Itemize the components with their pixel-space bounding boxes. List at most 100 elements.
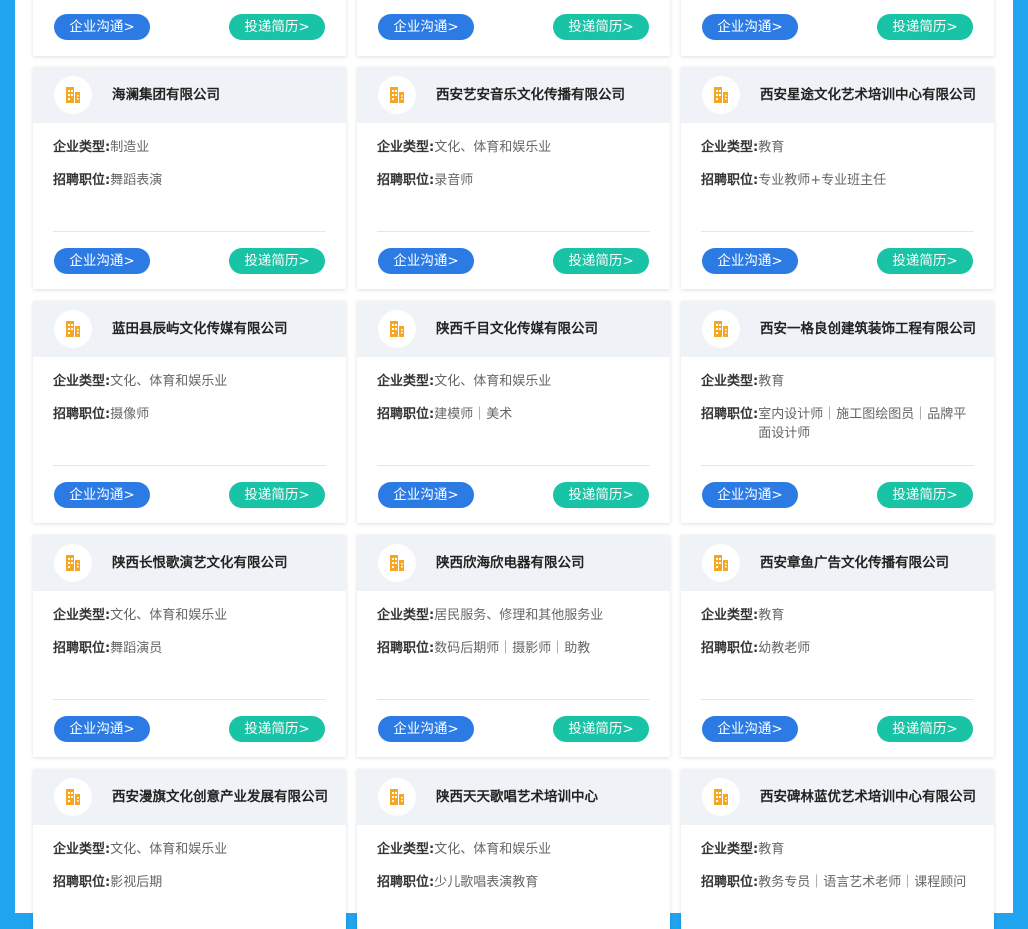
company-type-value: 教育: [758, 842, 785, 857]
building-icon: [714, 87, 728, 103]
company-chat-button[interactable]: 企业沟通>: [702, 482, 798, 508]
company-type-label: 企业类型:: [377, 842, 435, 857]
company-card[interactable]: 西安漫旗文化创意产业发展有限公司 企业类型: 文化、体育和娱乐业 招聘职位: 影…: [33, 769, 346, 929]
company-chat-button[interactable]: 企业沟通>: [54, 248, 150, 274]
company-type-label: 企业类型:: [377, 140, 435, 155]
company-chat-button[interactable]: 企业沟通>: [702, 716, 798, 742]
positions-row: 招聘职位: 室内设计师｜施工图绘图员｜品牌平面设计师: [701, 405, 974, 443]
company-name[interactable]: 蓝田县辰屿文化传媒有限公司: [112, 301, 328, 357]
card-header: 海澜集团有限公司: [33, 67, 346, 123]
company-type-row: 企业类型: 文化、体育和娱乐业: [53, 372, 326, 391]
positions-row: 招聘职位: 影视后期: [53, 873, 326, 892]
company-type-row: 企业类型: 文化、体育和娱乐业: [377, 138, 650, 157]
company-chat-button[interactable]: 企业沟通>: [54, 716, 150, 742]
submit-resume-button[interactable]: 投递简历>: [877, 482, 973, 508]
company-card[interactable]: 陕西天天歌唱艺术培训中心 企业类型: 文化、体育和娱乐业 招聘职位: 少儿歌唱表…: [357, 769, 670, 929]
company-logo: [378, 544, 416, 582]
company-chat-button[interactable]: 企业沟通>: [378, 14, 474, 40]
company-card[interactable]: 西安一格良创建筑装饰工程有限公司 企业类型: 教育 招聘职位: 室内设计师｜施工…: [681, 301, 994, 523]
positions-value: 舞蹈演员: [110, 641, 163, 656]
positions-row: 招聘职位: 幼教老师: [701, 639, 974, 658]
company-name[interactable]: 西安漫旗文化创意产业发展有限公司: [112, 769, 328, 825]
company-type-row: 企业类型: 居民服务、修理和其他服务业: [377, 606, 650, 625]
submit-resume-button[interactable]: 投递简历>: [229, 482, 325, 508]
positions-label: 招聘职位:: [377, 173, 435, 188]
company-name[interactable]: 陕西欣海欣电器有限公司: [436, 535, 652, 591]
card-header: 西安艺安音乐文化传播有限公司: [357, 67, 670, 123]
building-icon: [390, 87, 404, 103]
company-chat-button[interactable]: 企业沟通>: [54, 482, 150, 508]
company-chat-button[interactable]: 企业沟通>: [378, 248, 474, 274]
submit-resume-button[interactable]: 投递简历>: [553, 716, 649, 742]
company-type-row: 企业类型: 教育: [701, 606, 974, 625]
building-icon: [390, 555, 404, 571]
positions-value: 幼教老师: [758, 641, 811, 656]
company-chat-button[interactable]: 企业沟通>: [378, 482, 474, 508]
submit-resume-button[interactable]: 投递简历>: [229, 716, 325, 742]
company-name[interactable]: 西安艺安音乐文化传播有限公司: [436, 67, 652, 123]
submit-resume-button[interactable]: 投递简历>: [553, 482, 649, 508]
submit-resume-button[interactable]: 投递简历>: [229, 14, 325, 40]
positions-value: 专业教师+专业班主任: [758, 173, 887, 188]
company-type-label: 企业类型:: [701, 608, 759, 623]
company-name[interactable]: 西安章鱼广告文化传播有限公司: [760, 535, 976, 591]
divider: [377, 465, 650, 466]
company-name[interactable]: 西安碑林蓝优艺术培训中心有限公司: [760, 769, 976, 825]
company-chat-button[interactable]: 企业沟通>: [378, 716, 474, 742]
company-chat-button[interactable]: 企业沟通>: [54, 14, 150, 40]
card-header: 陕西天天歌唱艺术培训中心: [357, 769, 670, 825]
card-header: 西安碑林蓝优艺术培训中心有限公司: [681, 769, 994, 825]
company-card[interactable]: 西安碑林蓝优艺术培训中心有限公司 企业类型: 教育 招聘职位: 教务专员｜语言艺…: [681, 769, 994, 929]
company-type-value: 教育: [758, 374, 785, 389]
submit-resume-button[interactable]: 投递简历>: [877, 248, 973, 274]
company-name[interactable]: 西安一格良创建筑装饰工程有限公司: [760, 301, 976, 357]
positions-label: 招聘职位:: [53, 173, 111, 188]
company-card[interactable]: 陕西千目文化传媒有限公司 企业类型: 文化、体育和娱乐业 招聘职位: 建模师｜美…: [357, 301, 670, 523]
company-chat-button[interactable]: 企业沟通>: [702, 14, 798, 40]
company-card[interactable]: 西安章鱼广告文化传播有限公司 企业类型: 教育 招聘职位: 幼教老师 企业沟通>…: [681, 535, 994, 757]
divider: [701, 465, 974, 466]
company-name[interactable]: 西安星途文化艺术培训中心有限公司: [760, 67, 976, 123]
company-chat-button[interactable]: 企业沟通>: [702, 248, 798, 274]
positions-row: 招聘职位: 舞蹈演员: [53, 639, 326, 658]
company-card[interactable]: 西安艺安音乐文化传播有限公司 企业类型: 文化、体育和娱乐业 招聘职位: 录音师…: [357, 67, 670, 289]
positions-value: 舞蹈表演: [110, 173, 163, 188]
company-type-value: 文化、体育和娱乐业: [434, 374, 552, 389]
company-type-row: 企业类型: 教育: [701, 840, 974, 859]
submit-resume-button[interactable]: 投递简历>: [553, 248, 649, 274]
company-name[interactable]: 陕西千目文化传媒有限公司: [436, 301, 652, 357]
company-card[interactable]: 陕西长恨歌演艺文化有限公司 企业类型: 文化、体育和娱乐业 招聘职位: 舞蹈演员…: [33, 535, 346, 757]
positions-label: 招聘职位:: [377, 875, 435, 890]
positions-row: 招聘职位: 教务专员｜语言艺术老师｜课程顾问: [701, 873, 974, 892]
submit-resume-button[interactable]: 投递简历>: [229, 248, 325, 274]
company-logo: [54, 76, 92, 114]
positions-label: 招聘职位:: [701, 641, 759, 656]
company-type-label: 企业类型:: [53, 374, 111, 389]
positions-label: 招聘职位:: [53, 407, 111, 422]
company-name[interactable]: 陕西长恨歌演艺文化有限公司: [112, 535, 328, 591]
company-card[interactable]: 海澜集团有限公司 企业类型: 制造业 招聘职位: 舞蹈表演 企业沟通> 投递简历…: [33, 67, 346, 289]
building-icon: [66, 789, 80, 805]
company-type-value: 文化、体育和娱乐业: [110, 842, 228, 857]
submit-resume-button[interactable]: 投递简历>: [877, 716, 973, 742]
submit-resume-button[interactable]: 投递简历>: [877, 14, 973, 40]
positions-value: 摄像师: [110, 407, 150, 422]
divider: [701, 231, 974, 232]
positions-label: 招聘职位:: [701, 875, 759, 890]
building-icon: [714, 555, 728, 571]
building-icon: [390, 789, 404, 805]
company-card[interactable]: 西安星途文化艺术培训中心有限公司 企业类型: 教育 招聘职位: 专业教师+专业班…: [681, 67, 994, 289]
company-name[interactable]: 陕西天天歌唱艺术培训中心: [436, 769, 652, 825]
card-header: 西安漫旗文化创意产业发展有限公司: [33, 769, 346, 825]
positions-value: 室内设计师｜施工图绘图员｜品牌平面设计师: [758, 407, 967, 441]
company-card: 企业沟通> 投递简历>: [357, 0, 670, 56]
company-card[interactable]: 蓝田县辰屿文化传媒有限公司 企业类型: 文化、体育和娱乐业 招聘职位: 摄像师 …: [33, 301, 346, 523]
company-name[interactable]: 海澜集团有限公司: [112, 67, 328, 123]
company-type-label: 企业类型:: [377, 608, 435, 623]
company-card[interactable]: 陕西欣海欣电器有限公司 企业类型: 居民服务、修理和其他服务业 招聘职位: 数码…: [357, 535, 670, 757]
company-list: 企业沟通> 投递简历> 企业沟通> 投递简历> 企业沟通> 投递简历> 海澜集团…: [15, 0, 1013, 929]
company-type-row: 企业类型: 教育: [701, 372, 974, 391]
positions-row: 招聘职位: 舞蹈表演: [53, 171, 326, 190]
company-type-row: 企业类型: 文化、体育和娱乐业: [53, 606, 326, 625]
submit-resume-button[interactable]: 投递简历>: [553, 14, 649, 40]
